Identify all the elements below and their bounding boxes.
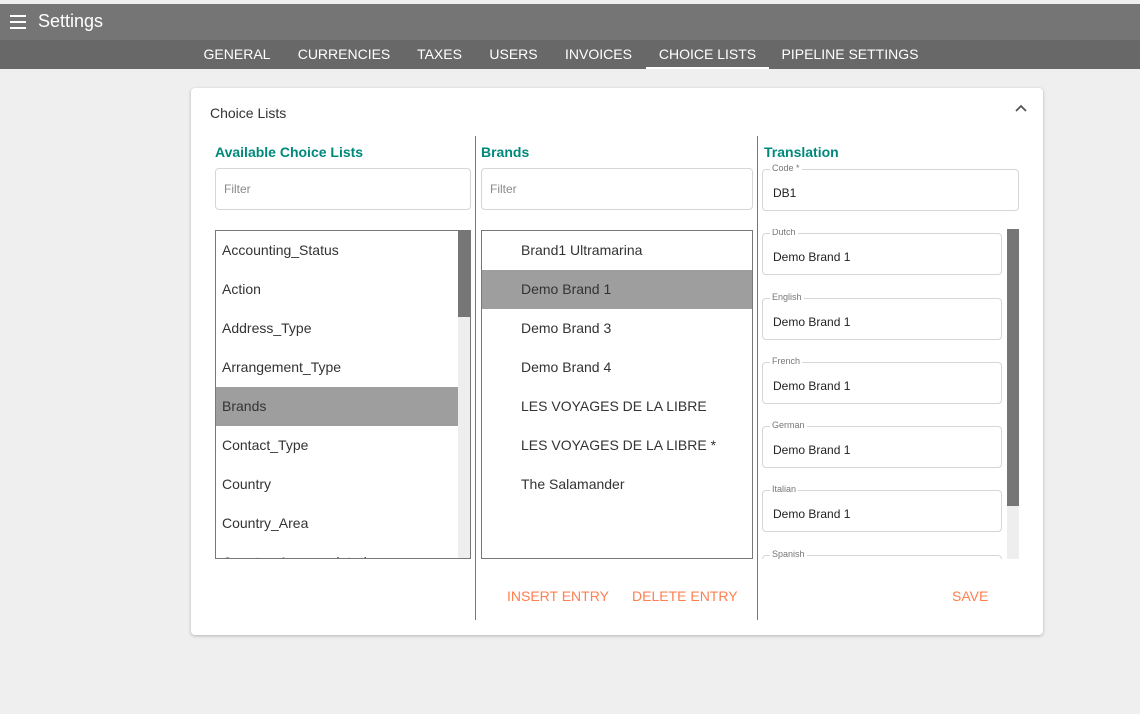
field-value: Demo Brand 1 xyxy=(773,507,851,521)
scrollbar-thumb[interactable] xyxy=(458,231,470,317)
list-item[interactable]: Address_Type xyxy=(216,309,470,348)
list-item[interactable]: The Salamander xyxy=(482,465,752,504)
field-label: Italian xyxy=(770,484,799,494)
list-item[interactable]: Demo Brand 4 xyxy=(482,348,752,387)
code-field-label: Code * xyxy=(770,163,802,173)
list-item[interactable]: Action xyxy=(216,270,470,309)
card-title: Choice Lists xyxy=(210,105,287,121)
list-item[interactable]: Brand1 Ultramarina xyxy=(482,231,752,270)
choice-lists-card: Choice Lists Available Choice Lists Acco… xyxy=(191,88,1043,635)
brands-list[interactable]: Brand1 Ultramarina Demo Brand 1 Demo Bra… xyxy=(481,230,753,559)
translation-fields: Dutch Demo Brand 1 English Demo Brand 1 … xyxy=(762,229,1019,559)
list-item-selected[interactable]: Brands xyxy=(216,387,470,426)
translation-field-french[interactable]: French Demo Brand 1 xyxy=(762,356,1002,404)
tab-choice-lists[interactable]: CHOICE LISTS xyxy=(646,40,769,69)
tab-pipeline-settings[interactable]: PIPELINE SETTINGS xyxy=(776,40,924,69)
field-label: Spanish xyxy=(770,549,807,559)
available-filter-input[interactable] xyxy=(216,169,470,209)
field-value: Demo Brand 1 xyxy=(773,250,851,264)
field-value: Demo Brand 1 xyxy=(773,315,851,329)
available-lists-heading: Available Choice Lists xyxy=(215,144,364,160)
translation-field-spanish[interactable]: Spanish xyxy=(762,549,1002,559)
tab-currencies[interactable]: CURRENCIES xyxy=(289,40,399,69)
column-divider xyxy=(475,136,476,620)
translation-field-italian[interactable]: Italian Demo Brand 1 xyxy=(762,484,1002,532)
list-item[interactable]: LES VOYAGES DE LA LIBRE * xyxy=(482,426,752,465)
available-list-scrollbar[interactable] xyxy=(458,231,470,558)
settings-tabs: GENERAL CURRENCIES TAXES USERS INVOICES … xyxy=(0,40,1140,69)
list-item-selected[interactable]: Demo Brand 1 xyxy=(482,270,752,309)
list-item[interactable]: Contact_Type xyxy=(216,426,470,465)
translation-field-english[interactable]: English Demo Brand 1 xyxy=(762,292,1002,340)
list-item[interactable]: Country_Area xyxy=(216,504,470,543)
field-label: German xyxy=(770,420,807,430)
app-title: Settings xyxy=(38,11,104,31)
available-lists-list[interactable]: Accounting_Status Action Address_Type Ar… xyxy=(215,230,471,559)
list-item[interactable]: Country_Area_updated xyxy=(216,543,470,558)
brands-filter-input[interactable] xyxy=(482,169,752,209)
app-header: Settings xyxy=(0,4,1140,40)
insert-entry-button[interactable]: INSERT ENTRY xyxy=(507,588,609,604)
list-item[interactable]: Demo Brand 3 xyxy=(482,309,752,348)
tab-invoices[interactable]: INVOICES xyxy=(557,40,640,69)
chevron-up-icon[interactable] xyxy=(1013,101,1029,115)
field-label: Dutch xyxy=(770,229,798,237)
code-field-value: DB1 xyxy=(773,186,797,200)
column-divider xyxy=(757,136,758,620)
hamburger-menu-icon[interactable] xyxy=(10,15,26,29)
list-item[interactable]: Country xyxy=(216,465,470,504)
field-value: Demo Brand 1 xyxy=(773,379,851,393)
save-button[interactable]: SAVE xyxy=(952,588,988,604)
translation-heading: Translation xyxy=(764,144,839,160)
translation-scrollbar[interactable] xyxy=(1007,229,1019,559)
translation-field-german[interactable]: German Demo Brand 1 xyxy=(762,420,1002,468)
brands-filter xyxy=(481,168,753,210)
available-filter xyxy=(215,168,471,210)
field-label: French xyxy=(770,356,803,366)
list-item[interactable]: LES VOYAGES DE LA LIBRE xyxy=(482,387,752,426)
scrollbar-thumb[interactable] xyxy=(1007,229,1019,506)
delete-entry-button[interactable]: DELETE ENTRY xyxy=(632,588,738,604)
tab-taxes[interactable]: TAXES xyxy=(408,40,471,69)
list-item[interactable]: Arrangement_Type xyxy=(216,348,470,387)
field-value: Demo Brand 1 xyxy=(773,443,851,457)
brands-heading: Brands xyxy=(481,144,530,160)
field-label: English xyxy=(770,292,804,302)
code-field[interactable]: Code * DB1 xyxy=(762,163,1019,211)
tab-users[interactable]: USERS xyxy=(481,40,546,69)
tab-general[interactable]: GENERAL xyxy=(195,40,279,69)
list-item[interactable]: Accounting_Status xyxy=(216,231,470,270)
translation-field-dutch[interactable]: Dutch Demo Brand 1 xyxy=(762,229,1002,275)
